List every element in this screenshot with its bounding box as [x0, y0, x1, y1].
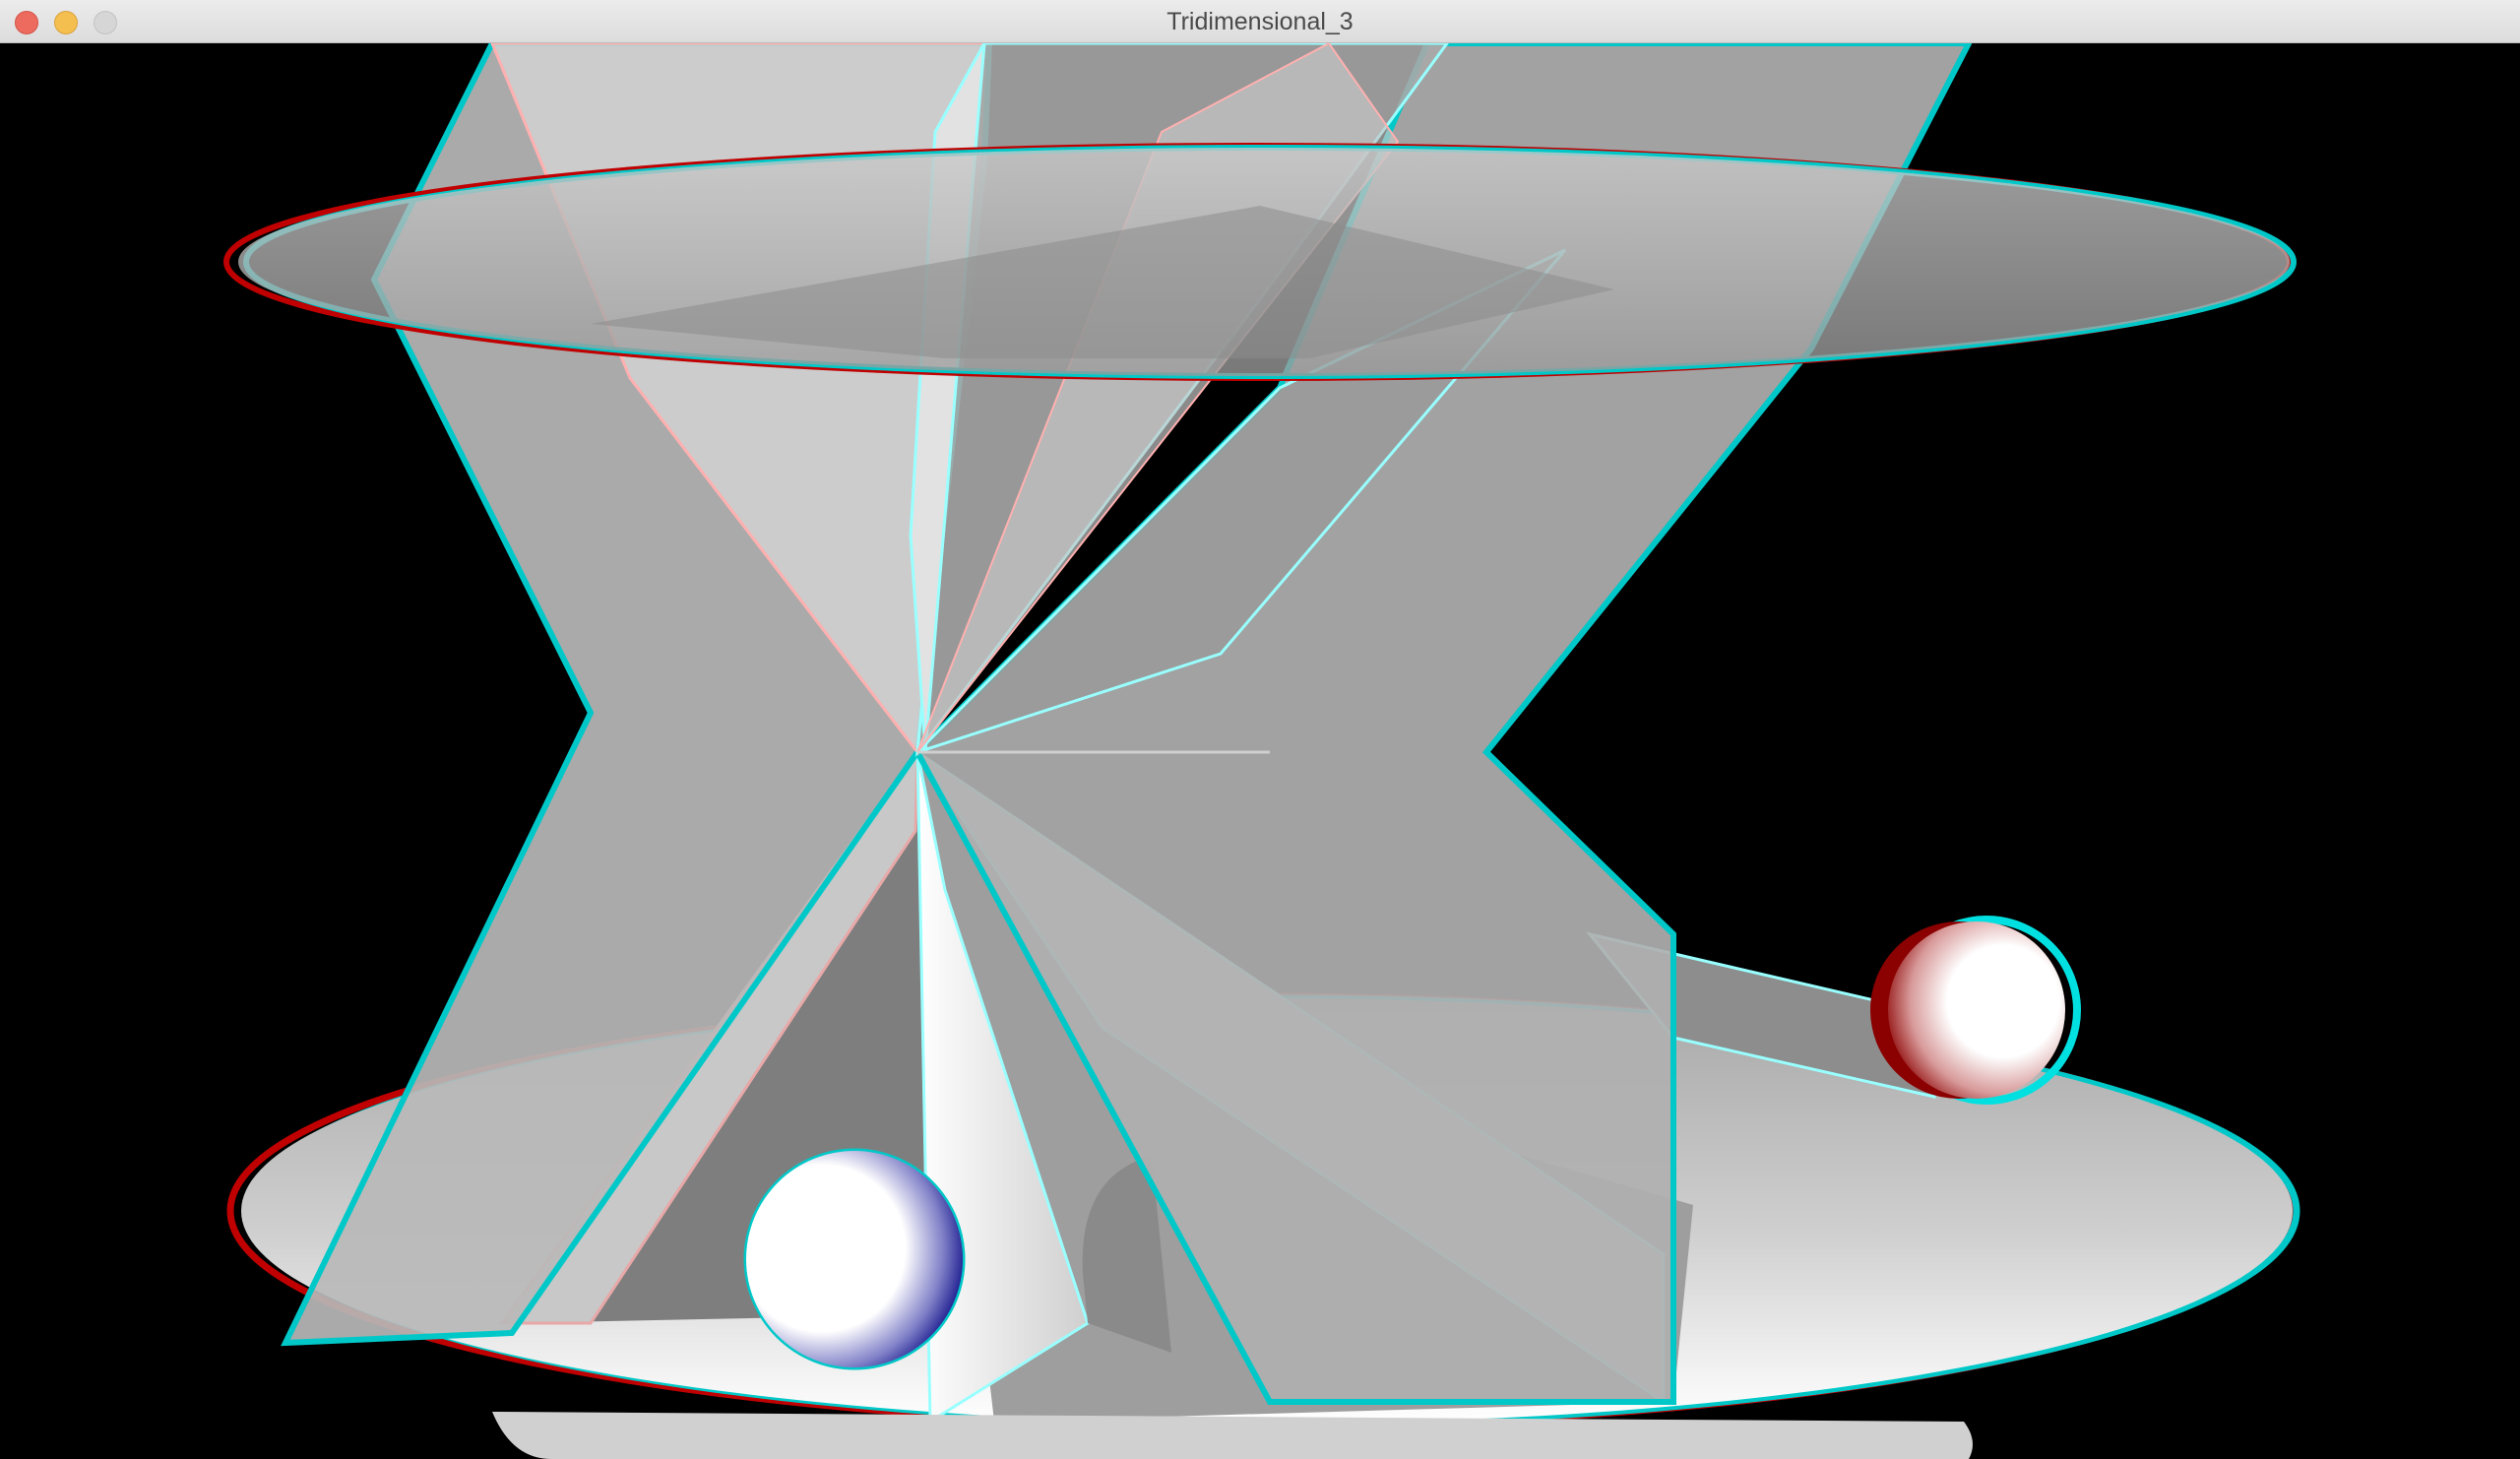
- left-sphere: [743, 1148, 966, 1370]
- right-sphere: [1870, 916, 2081, 1105]
- title-bar[interactable]: Tridimensional_3: [0, 0, 2520, 43]
- top-disc: [223, 143, 2297, 381]
- anaglyph-scene: [223, 43, 2300, 1459]
- window-title: Tridimensional_3: [1166, 8, 1354, 35]
- app-window: Tridimensional_3: [0, 0, 2520, 1459]
- 3d-viewport[interactable]: [0, 43, 2520, 1459]
- disc-stand: [492, 1412, 1973, 1459]
